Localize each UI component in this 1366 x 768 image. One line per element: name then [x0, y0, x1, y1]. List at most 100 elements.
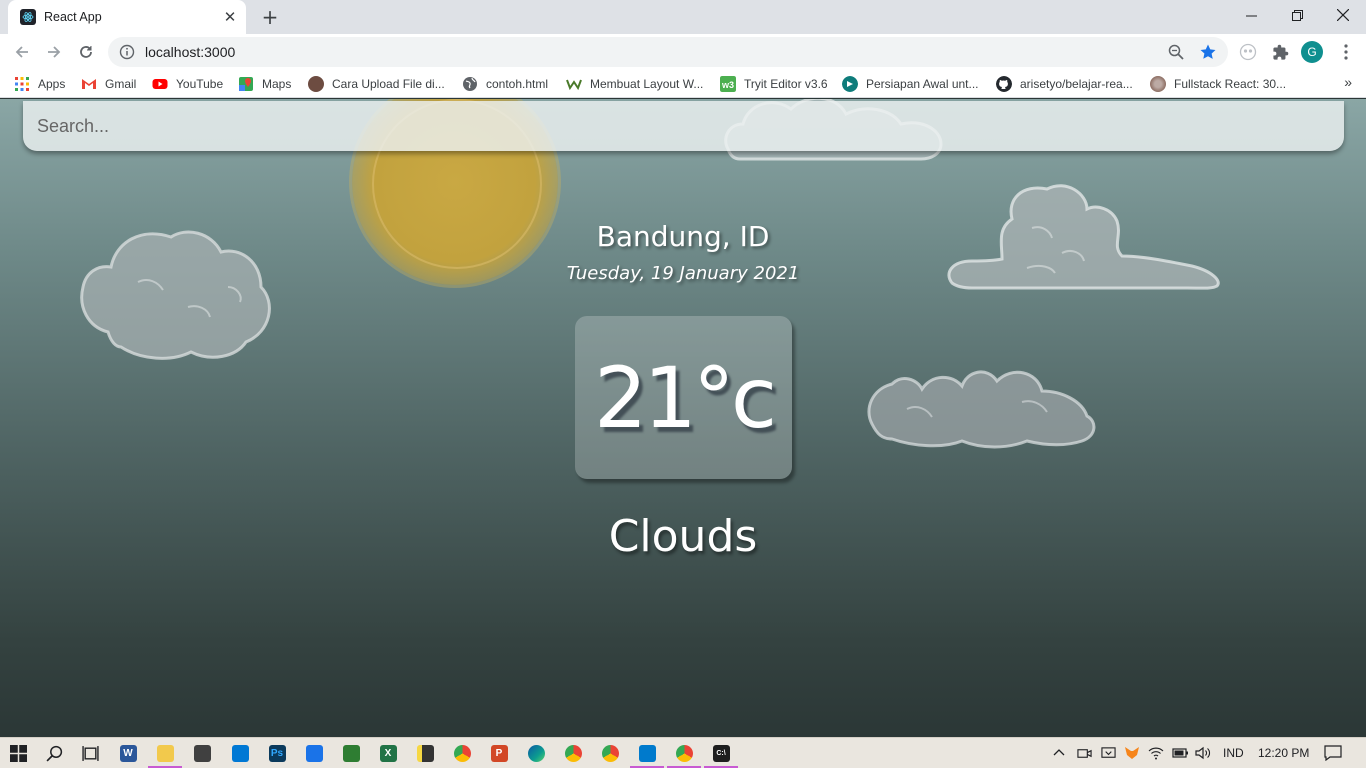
bookmark-fullstack-react[interactable]: Fullstack React: 30... [1150, 75, 1286, 93]
bookmarks-bar: Apps Gmail YouTube Maps Cara Upload File… [0, 70, 1366, 98]
github-icon [996, 76, 1012, 92]
close-icon [1337, 9, 1349, 21]
show-hidden-icons-button[interactable] [1048, 742, 1070, 764]
search-bar [23, 101, 1344, 151]
sticky-notes-icon [416, 744, 434, 762]
search-input[interactable] [23, 101, 1344, 151]
taskbar-app-file-explorer[interactable] [148, 742, 182, 768]
chrome-icon [453, 744, 471, 762]
bookmark-label: Membuat Layout W... [590, 77, 704, 91]
tab-strip: React App ✕ + [0, 0, 1366, 34]
taskbar-app-word[interactable]: W [117, 742, 139, 764]
action-center-button[interactable] [1322, 742, 1344, 764]
task-view-icon [81, 745, 99, 761]
info-icon[interactable] [119, 44, 135, 60]
new-tab-button[interactable]: + [258, 6, 282, 28]
bookmark-gmail[interactable]: Gmail [81, 75, 136, 93]
chrome-icon [601, 744, 619, 762]
minimize-window-button[interactable] [1228, 0, 1274, 30]
bookmark-label: Persiapan Awal unt... [866, 77, 979, 91]
forward-button[interactable] [42, 40, 66, 64]
back-button[interactable] [10, 40, 34, 64]
tray-app-icon[interactable] [1097, 742, 1119, 764]
bookmark-label: Cara Upload File di... [332, 77, 445, 91]
tray-meet-now[interactable] [1073, 742, 1095, 764]
close-tab-icon[interactable]: ✕ [220, 7, 240, 27]
more-vertical-icon [1344, 44, 1348, 60]
tab-react-app[interactable]: React App ✕ [8, 0, 246, 34]
fox-icon [1125, 747, 1139, 759]
youtube-icon [152, 79, 168, 89]
arrow-right-icon [48, 46, 61, 58]
restore-icon [1291, 9, 1303, 21]
react-logo-icon [20, 9, 36, 25]
search-taskbar-button[interactable] [43, 742, 65, 764]
restore-window-button[interactable] [1274, 0, 1320, 30]
mail-icon [231, 744, 249, 762]
chrome-menu-button[interactable] [1334, 40, 1358, 64]
windows-logo-icon [9, 744, 27, 762]
globe-icon [463, 77, 477, 91]
profile-avatar[interactable]: G [1300, 40, 1324, 64]
bookmark-contoh[interactable]: contoh.html [462, 75, 548, 93]
taskbar-app-photoshop[interactable]: Ps [266, 742, 288, 764]
tray-battery[interactable] [1169, 742, 1191, 764]
cloud-icon [867, 370, 1096, 449]
taskbar-app-edge[interactable] [525, 742, 547, 764]
bookmark-star-icon[interactable] [1196, 40, 1220, 64]
gmail-icon [82, 79, 96, 89]
taskbar-app-powerpoint[interactable]: P [488, 742, 510, 764]
taskbar-app-vscode[interactable] [630, 742, 664, 768]
bookmark-membuat-layout[interactable]: Membuat Layout W... [566, 75, 703, 93]
tray-network[interactable] [1145, 742, 1167, 764]
windows-taskbar: W Ps X P C:\ IND 12:20 PM [0, 737, 1366, 768]
extension-owl-icon[interactable] [1236, 40, 1260, 64]
taskbar-app-xampp[interactable] [340, 742, 362, 764]
taskbar-app-chrome-profile-2[interactable] [562, 742, 584, 764]
tray-volume[interactable] [1192, 742, 1214, 764]
taskbar-app-chrome-profile-3[interactable] [599, 742, 621, 764]
bookmark-github[interactable]: arisetyo/belajar-rea... [996, 75, 1133, 93]
zoom-icon[interactable] [1164, 40, 1188, 64]
bookmark-cara-upload[interactable]: Cara Upload File di... [308, 75, 445, 93]
tab-title: React App [44, 10, 102, 24]
temperature-card: 21°c [575, 316, 792, 479]
taskbar-app-calendar[interactable] [303, 742, 325, 764]
more-bookmarks-icon[interactable]: » [1344, 74, 1352, 90]
bookmark-label: Fullstack React: 30... [1174, 77, 1287, 91]
bookmark-maps[interactable]: Maps [238, 75, 291, 93]
profile-initial: G [1301, 41, 1323, 63]
task-view-button[interactable] [79, 742, 101, 764]
powerpoint-icon: P [490, 744, 508, 762]
close-window-button[interactable] [1320, 0, 1366, 30]
bookmark-apps[interactable]: Apps [14, 75, 65, 93]
bookmark-youtube[interactable]: YouTube [152, 75, 223, 93]
extensions-puzzle-icon[interactable] [1268, 40, 1292, 64]
search-icon [45, 745, 62, 762]
taskbar-app-sticky-notes[interactable] [414, 742, 436, 764]
taskbar-app-chrome-active[interactable] [667, 742, 701, 768]
taskbar-app-store[interactable] [191, 742, 213, 764]
start-button[interactable] [7, 742, 29, 764]
weather-app: Bandung, ID Tuesday, 19 January 2021 21°… [0, 99, 1366, 737]
reload-button[interactable] [74, 40, 98, 64]
taskbar-app-excel[interactable]: X [377, 742, 399, 764]
clock-time[interactable]: 12:20 PM [1258, 746, 1309, 760]
photoshop-icon: Ps [268, 744, 286, 762]
taskbar-app-chrome[interactable] [451, 742, 473, 764]
input-language[interactable]: IND [1223, 746, 1244, 760]
chevron-up-icon [1053, 749, 1065, 756]
avatar-icon [308, 76, 324, 92]
wifi-icon [1148, 747, 1164, 760]
url-text[interactable]: localhost:3000 [145, 44, 1164, 60]
address-bar[interactable]: localhost:3000 [108, 37, 1228, 67]
word-icon: W [119, 744, 137, 762]
bookmark-persiapan-awal[interactable]: Persiapan Awal unt... [842, 75, 979, 93]
taskbar-app-mail[interactable] [229, 742, 251, 764]
tray-metamask[interactable] [1121, 742, 1143, 764]
taskbar-app-command-prompt[interactable]: C:\ [704, 742, 738, 768]
chrome-icon [564, 744, 582, 762]
folder-icon [156, 744, 174, 762]
arrow-left-icon [15, 46, 28, 58]
bookmark-tryit-editor[interactable]: w3 Tryit Editor v3.6 [720, 75, 828, 93]
